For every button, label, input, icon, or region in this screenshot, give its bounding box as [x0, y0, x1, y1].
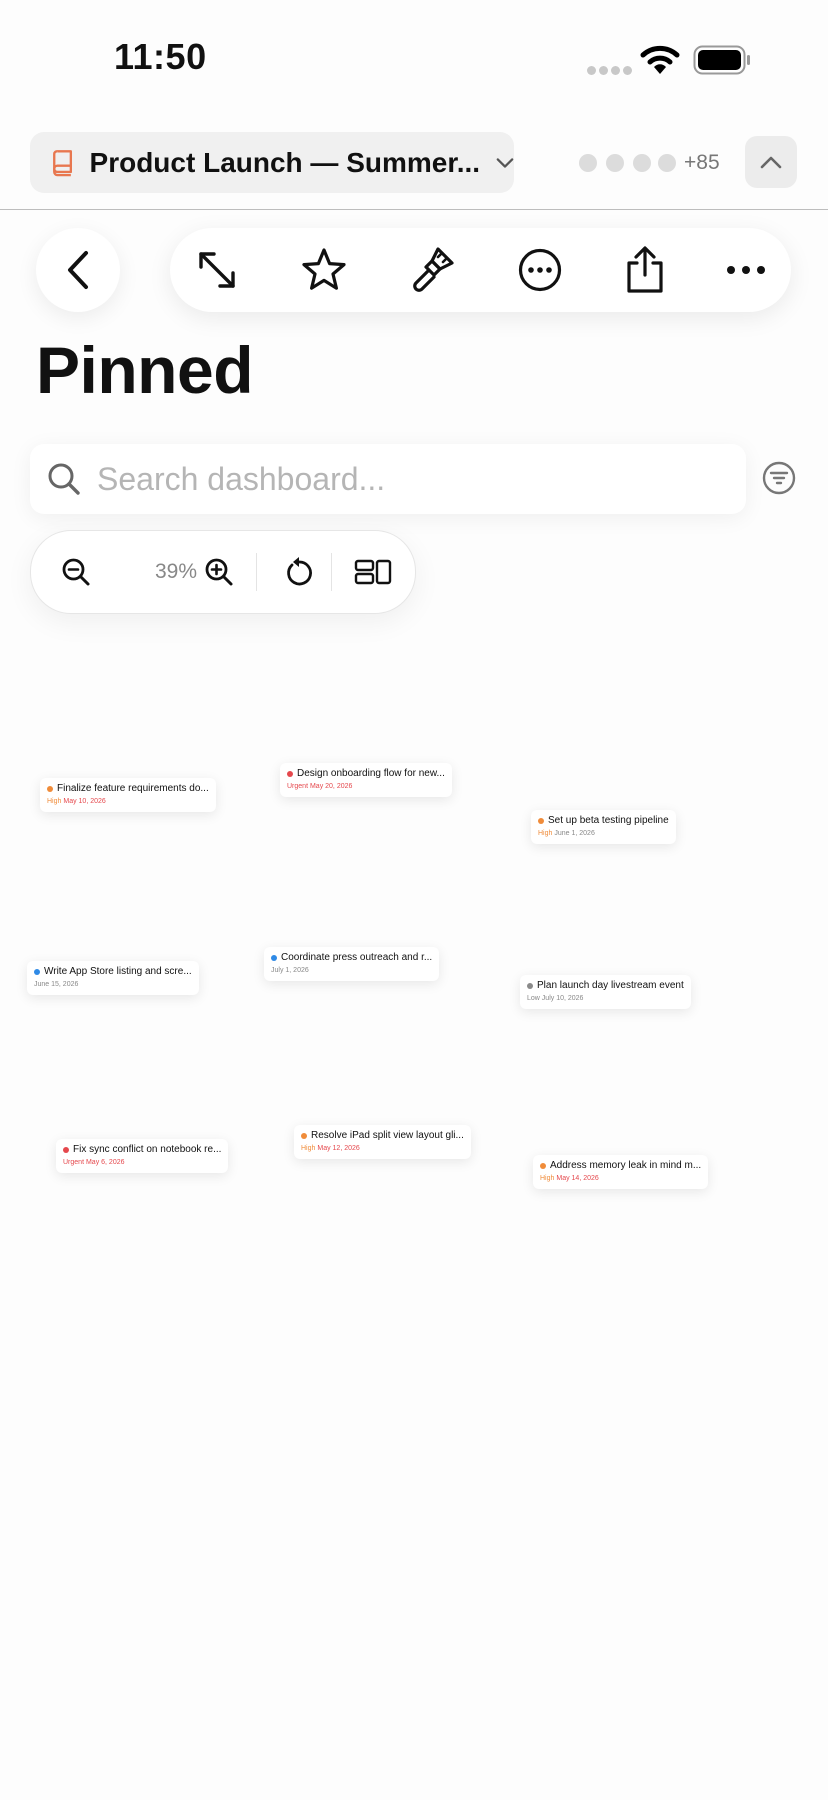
layout-icon: [354, 559, 392, 585]
chevron-up-icon: [760, 156, 782, 169]
task-card[interactable]: Resolve iPad split view layout gli... Hi…: [294, 1125, 471, 1159]
notebook-icon: [53, 149, 73, 176]
task-priority: High: [301, 1145, 316, 1152]
battery-icon: [693, 45, 750, 75]
task-title: Finalize feature requirements do...: [57, 783, 209, 794]
task-priority: High: [538, 830, 553, 837]
task-title: Write App Store listing and scre...: [44, 966, 192, 977]
favorite-button[interactable]: [289, 228, 359, 312]
more-options-button[interactable]: [505, 228, 575, 312]
task-due-date: July 1, 2026: [271, 967, 309, 974]
zoom-in-button[interactable]: [194, 531, 244, 613]
priority-dot: [271, 954, 277, 961]
task-priority: High: [540, 1175, 555, 1182]
task-card[interactable]: Design onboarding flow for new... Urgent…: [280, 763, 452, 797]
zoom-separator: [331, 553, 332, 591]
task-card[interactable]: Write App Store listing and scre... June…: [27, 961, 199, 995]
avatar: [606, 154, 624, 172]
collapse-header-button[interactable]: [745, 136, 797, 188]
task-card[interactable]: Coordinate press outreach and r... July …: [264, 947, 440, 981]
priority-dot: [47, 785, 53, 792]
task-title: Plan launch day livestream event: [537, 980, 684, 991]
notebook-selector[interactable]: Product Launch — Summer...: [30, 132, 514, 193]
task-card[interactable]: Finalize feature requirements do... High…: [40, 778, 216, 812]
page-title: Pinned: [36, 333, 254, 407]
avatar: [579, 154, 597, 172]
priority-dot: [301, 1132, 307, 1139]
task-due-date: June 15, 2026: [34, 981, 79, 988]
priority-dot: [538, 817, 544, 824]
more-horizontal-icon: [727, 266, 765, 274]
toolbar: [170, 228, 791, 312]
task-card[interactable]: Address memory leak in mind m... High Ma…: [533, 1155, 709, 1189]
wifi-icon: [640, 45, 680, 74]
priority-dot: [287, 770, 293, 777]
star-icon: [302, 248, 346, 290]
zoom-control: 39%: [30, 530, 416, 614]
task-due-date: May 20, 2026: [309, 783, 353, 790]
priority-dot: [540, 1162, 546, 1169]
task-priority: Urgent: [287, 783, 309, 790]
zoom-out-button[interactable]: [51, 531, 101, 613]
filter-button[interactable]: [760, 459, 798, 497]
back-button[interactable]: [36, 228, 120, 312]
collaborator-count: +85: [684, 151, 720, 174]
priority-dot: [34, 968, 40, 975]
avatar: [658, 154, 676, 172]
header-divider: [0, 209, 828, 210]
search-box[interactable]: [30, 444, 746, 514]
task-priority: High: [47, 798, 62, 805]
zoom-separator: [256, 553, 257, 591]
paintbrush-icon: [413, 247, 454, 292]
task-title: Resolve iPad split view layout gli...: [311, 1130, 464, 1141]
filter-icon: [762, 461, 796, 495]
task-title: Design onboarding flow for new...: [297, 768, 445, 779]
reset-icon: [287, 557, 312, 586]
fullscreen-button[interactable]: [182, 228, 252, 312]
priority-dot: [63, 1146, 69, 1153]
ellipsis-circle-icon: [518, 248, 562, 292]
search-icon: [48, 463, 80, 495]
chevron-down-icon: [496, 157, 514, 168]
share-icon: [627, 246, 663, 293]
task-priority: Low: [527, 995, 540, 1002]
zoom-out-icon: [62, 558, 90, 586]
priority-dot: [527, 982, 533, 989]
reset-zoom-button[interactable]: [274, 531, 324, 613]
status-time: 11:50: [114, 36, 207, 77]
task-title: Address memory leak in mind m...: [550, 1160, 702, 1171]
style-button[interactable]: [397, 228, 467, 312]
overflow-menu-button[interactable]: [711, 228, 781, 312]
notebook-title: Product Launch — Summer...: [89, 146, 481, 178]
task-due-date: May 14, 2026: [556, 1175, 599, 1182]
task-priority: Urgent: [63, 1159, 85, 1166]
avatar: [633, 154, 651, 172]
task-card[interactable]: Fix sync conflict on notebook re... Urge…: [56, 1139, 229, 1173]
task-card[interactable]: Set up beta testing pipeline High June 1…: [531, 810, 676, 844]
task-due-date: May 6, 2026: [85, 1159, 125, 1166]
task-title: Fix sync conflict on notebook re...: [73, 1144, 222, 1155]
task-title: Set up beta testing pipeline: [548, 815, 669, 826]
task-due-date: June 1, 2026: [554, 830, 595, 837]
share-button[interactable]: [610, 228, 680, 312]
search-input[interactable]: [95, 459, 699, 499]
layout-button[interactable]: [345, 531, 401, 613]
task-due-date: May 10, 2026: [63, 798, 106, 805]
task-due-date: May 12, 2026: [317, 1145, 360, 1152]
task-title: Coordinate press outreach and r...: [281, 952, 433, 963]
task-card[interactable]: Plan launch day livestream event Low Jul…: [520, 975, 691, 1009]
zoom-in-icon: [205, 558, 233, 586]
task-due-date: July 10, 2026: [541, 995, 584, 1002]
expand-icon: [199, 252, 235, 288]
chevron-left-icon: [68, 251, 88, 289]
